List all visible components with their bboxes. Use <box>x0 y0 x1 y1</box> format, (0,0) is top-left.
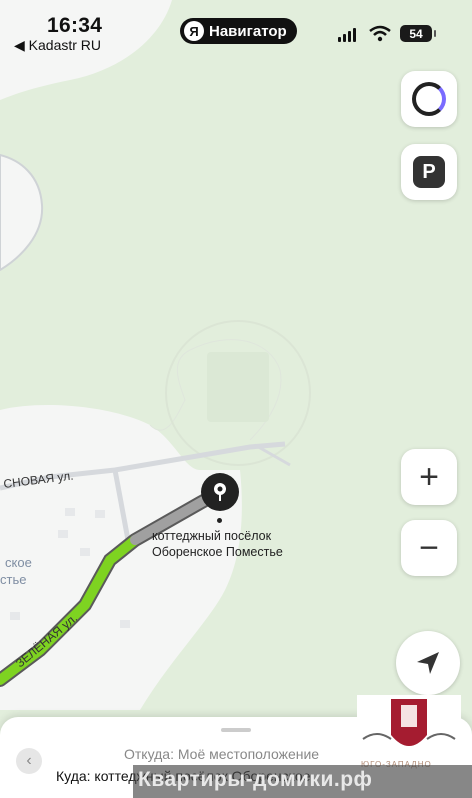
destination-pin[interactable] <box>201 473 239 511</box>
status-bar: 16:34 ◀ Kadastr RU Я Навигатор 54 <box>0 0 472 58</box>
place-label: ское стье <box>0 554 32 588</box>
back-to-app-link[interactable]: ◀ Kadastr RU <box>14 37 101 54</box>
minus-icon: − <box>419 529 439 567</box>
battery-indicator: 54 <box>400 25 436 42</box>
yandex-logo-icon: Я <box>184 21 204 41</box>
destination-label-line2: Оборенское Поместье <box>152 545 283 559</box>
pin-point <box>217 518 222 523</box>
navigation-arrow-icon <box>417 652 439 674</box>
route-from[interactable]: Откуда: Моё местоположение <box>124 746 319 762</box>
clock: 16:34 <box>47 14 103 37</box>
app-badge: Я Навигатор <box>180 18 297 44</box>
plus-icon: + <box>419 458 439 496</box>
parking-icon: P <box>413 156 445 188</box>
chevron-left-icon[interactable]: ‹ <box>16 748 42 774</box>
destination-label-line1: коттеджный посёлок <box>152 529 272 543</box>
app-badge-label: Навигатор <box>209 22 287 40</box>
map-pin-icon <box>214 483 226 501</box>
parking-button[interactable]: P <box>401 144 457 200</box>
destination-label: коттеджный посёлок Оборенское Поместье <box>152 528 283 560</box>
locate-me-button[interactable] <box>396 631 460 695</box>
zoom-out-button[interactable]: − <box>401 520 457 576</box>
cellular-signal-icon <box>338 28 356 42</box>
watermark-logo <box>357 695 461 765</box>
alice-icon <box>412 82 446 116</box>
place-label-line2: стье <box>0 572 27 587</box>
watermark-text: Квартиры-домики.рф <box>138 768 373 791</box>
place-label-line1: ское <box>5 555 32 570</box>
wifi-icon <box>369 25 391 42</box>
zoom-in-button[interactable]: + <box>401 449 457 505</box>
sheet-grabber[interactable] <box>221 728 251 732</box>
alice-button[interactable] <box>401 71 457 127</box>
